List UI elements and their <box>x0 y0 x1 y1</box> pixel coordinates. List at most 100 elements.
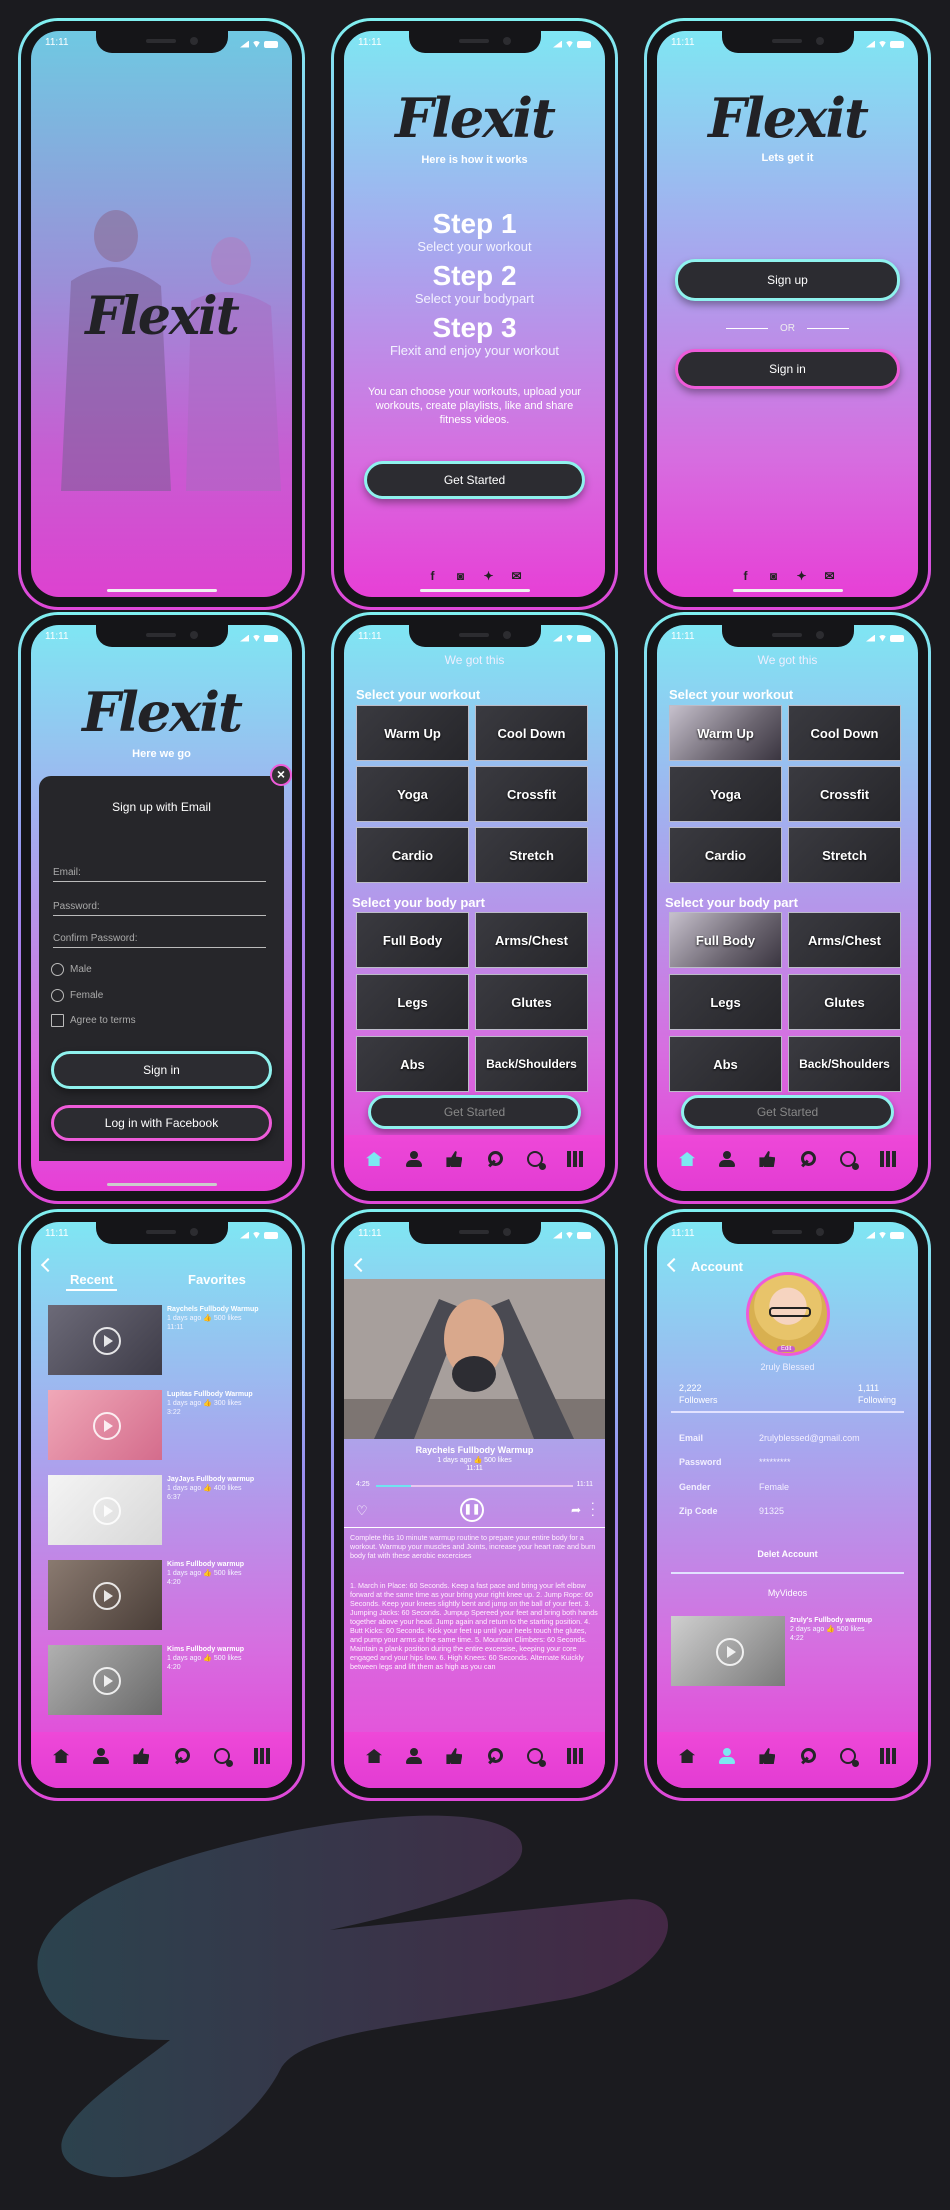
select-get-started-button[interactable]: Get Started <box>368 1095 581 1129</box>
list-item[interactable]: Raychels Fullbody Warmup 1 days ago 👍 500… <box>48 1305 283 1379</box>
gender-female-radio[interactable]: Female <box>51 989 103 1002</box>
facebook-login-button[interactable]: Log in with Facebook <box>51 1105 272 1141</box>
delete-account-button[interactable]: Delet Account <box>657 1549 918 1559</box>
signup-signin-button[interactable]: Sign in <box>51 1051 272 1089</box>
upload-icon[interactable] <box>838 1150 859 1170</box>
likes-icon[interactable] <box>757 1150 777 1168</box>
instagram-icon[interactable]: ◙ <box>454 569 468 583</box>
search-icon[interactable] <box>485 1747 505 1765</box>
home-icon[interactable] <box>677 1150 697 1168</box>
workout-stretch[interactable]: Stretch <box>475 827 588 883</box>
signup-button[interactable]: Sign up <box>675 259 900 301</box>
back-icon[interactable] <box>353 1257 369 1273</box>
library-icon[interactable] <box>565 1150 585 1168</box>
home-icon[interactable] <box>51 1747 71 1765</box>
workout-cardio[interactable]: Cardio <box>356 827 469 883</box>
more-icon[interactable]: · · · <box>591 1496 595 1521</box>
edit-badge[interactable]: Edit <box>777 1346 796 1352</box>
back-icon[interactable] <box>40 1257 56 1273</box>
bodypart-glutes[interactable]: Glutes <box>788 974 901 1030</box>
avatar[interactable] <box>746 1272 830 1356</box>
mail-icon[interactable]: ✉ <box>510 569 524 583</box>
email-field[interactable]: Email: <box>53 867 266 882</box>
likes-icon[interactable] <box>131 1747 151 1765</box>
upload-icon[interactable] <box>212 1747 233 1767</box>
workout-crossfit[interactable]: Crossfit <box>475 766 588 822</box>
signin-button[interactable]: Sign in <box>675 349 900 389</box>
play-icon[interactable] <box>93 1497 121 1525</box>
password-field[interactable]: Password: <box>53 901 266 916</box>
play-icon[interactable] <box>93 1667 121 1695</box>
workout-yoga[interactable]: Yoga <box>356 766 469 822</box>
close-icon[interactable]: × <box>270 764 292 786</box>
bodypart-back-shoulders[interactable]: Back/Shoulders <box>788 1036 901 1092</box>
confirm-password-field[interactable]: Confirm Password: <box>53 933 266 948</box>
list-item[interactable]: Kims Fullbody warmup 1 days ago 👍 500 lik… <box>48 1645 283 1719</box>
password-value[interactable]: ********* <box>759 1457 791 1467</box>
list-item[interactable]: Kims Fullbody warmup 1 days ago 👍 500 lik… <box>48 1560 283 1634</box>
workout-stretch[interactable]: Stretch <box>788 827 901 883</box>
back-icon[interactable] <box>666 1257 682 1273</box>
instagram-icon[interactable]: ◙ <box>767 569 781 583</box>
bodypart-glutes[interactable]: Glutes <box>475 974 588 1030</box>
upload-icon[interactable] <box>838 1747 859 1767</box>
bodypart-abs[interactable]: Abs <box>669 1036 782 1092</box>
bodypart-arms-chest[interactable]: Arms/Chest <box>475 912 588 968</box>
tab-recent[interactable]: Recent <box>66 1272 118 1291</box>
workout-cardio[interactable]: Cardio <box>669 827 782 883</box>
workout-yoga[interactable]: Yoga <box>669 766 782 822</box>
workout-cool-down[interactable]: Cool Down <box>788 705 901 761</box>
tab-favorites[interactable]: Favorites <box>188 1272 246 1287</box>
terms-checkbox[interactable]: Agree to terms <box>51 1014 136 1027</box>
pause-icon[interactable]: ❚❚ <box>460 1498 484 1522</box>
home-icon[interactable] <box>364 1150 384 1168</box>
play-icon[interactable] <box>93 1412 121 1440</box>
upload-icon[interactable] <box>525 1747 546 1767</box>
share-icon[interactable]: ➦ <box>571 1503 581 1517</box>
my-video-item[interactable]: 2ruly's Fullbody warmup 2 days ago 👍 500 … <box>671 1616 906 1690</box>
profile-icon[interactable] <box>717 1150 737 1168</box>
gender-value[interactable]: Female <box>759 1482 789 1492</box>
search-icon[interactable] <box>485 1150 505 1168</box>
profile-icon[interactable] <box>404 1150 424 1168</box>
bodypart-back-shoulders[interactable]: Back/Shoulders <box>475 1036 588 1092</box>
search-icon[interactable] <box>798 1747 818 1765</box>
play-icon[interactable] <box>716 1638 744 1666</box>
bodypart-legs[interactable]: Legs <box>669 974 782 1030</box>
profile-icon[interactable] <box>404 1747 424 1765</box>
progress-track[interactable] <box>376 1485 573 1487</box>
select-get-started-button[interactable]: Get Started <box>681 1095 894 1129</box>
library-icon[interactable] <box>878 1150 898 1168</box>
bodypart-arms-chest[interactable]: Arms/Chest <box>788 912 901 968</box>
likes-icon[interactable] <box>757 1747 777 1765</box>
zip-value[interactable]: 91325 <box>759 1506 784 1516</box>
mail-icon[interactable]: ✉ <box>823 569 837 583</box>
play-icon[interactable] <box>93 1582 121 1610</box>
get-started-button[interactable]: Get Started <box>364 461 585 499</box>
upload-icon[interactable] <box>525 1150 546 1170</box>
library-icon[interactable] <box>252 1747 272 1765</box>
list-item[interactable]: Lupitas Fullbody Warmup 1 days ago 👍 300 … <box>48 1390 283 1464</box>
bodypart-legs[interactable]: Legs <box>356 974 469 1030</box>
search-icon[interactable] <box>172 1747 192 1765</box>
library-icon[interactable] <box>878 1747 898 1765</box>
twitter-icon[interactable]: ✦ <box>482 569 496 583</box>
bodypart-abs[interactable]: Abs <box>356 1036 469 1092</box>
home-icon[interactable] <box>677 1747 697 1765</box>
heart-icon[interactable]: ♡ <box>356 1503 368 1519</box>
play-icon[interactable] <box>93 1327 121 1355</box>
search-icon[interactable] <box>798 1150 818 1168</box>
facebook-icon[interactable]: f <box>426 569 440 583</box>
twitter-icon[interactable]: ✦ <box>795 569 809 583</box>
workout-warm-up[interactable]: Warm Up <box>356 705 469 761</box>
workout-crossfit[interactable]: Crossfit <box>788 766 901 822</box>
email-value[interactable]: 2rulyblessed@gmail.com <box>759 1433 860 1443</box>
bodypart-full-body[interactable]: Full Body <box>356 912 469 968</box>
bodypart-full-body-selected[interactable]: Full Body <box>669 912 782 968</box>
workout-cool-down[interactable]: Cool Down <box>475 705 588 761</box>
library-icon[interactable] <box>565 1747 585 1765</box>
workout-warm-up-selected[interactable]: Warm Up <box>669 705 782 761</box>
gender-male-radio[interactable]: Male <box>51 963 92 976</box>
home-icon[interactable] <box>364 1747 384 1765</box>
profile-icon[interactable] <box>91 1747 111 1765</box>
